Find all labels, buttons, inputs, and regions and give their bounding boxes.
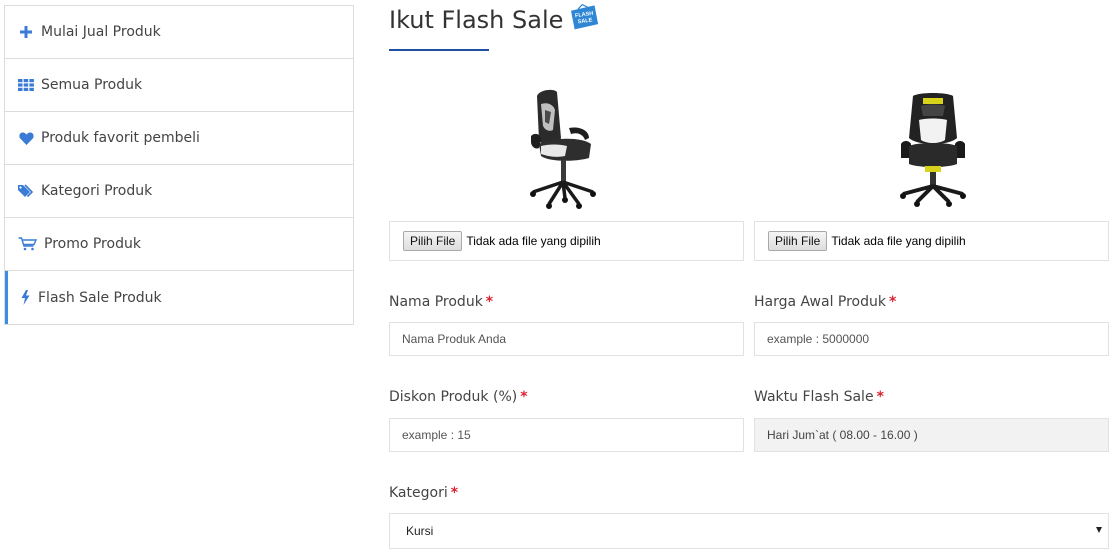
product-image-2	[900, 93, 966, 207]
file-status-text-1: Tidak ada file yang dipilih	[466, 234, 601, 248]
choose-file-button-1[interactable]: Pilih File	[403, 231, 463, 251]
title-underline	[389, 49, 489, 51]
waktu-label-text: Waktu Flash Sale	[754, 389, 874, 405]
sidebar-item-flash-sale[interactable]: Flash Sale Produk	[5, 271, 353, 324]
kategori-select[interactable]: Kursi	[389, 513, 1109, 549]
sidebar-item-label: Kategori Produk	[41, 183, 153, 199]
bolt-icon	[18, 290, 32, 306]
sidebar-item-semua-produk[interactable]: Semua Produk	[5, 59, 353, 112]
sidebar-item-label: Produk favorit pembeli	[41, 130, 200, 146]
sidebar-item-label: Semua Produk	[41, 77, 143, 93]
page-header: Ikut Flash Sale FLASH SALE	[389, 4, 599, 34]
file-upload-1: Pilih File Tidak ada file yang dipilih	[389, 221, 744, 261]
required-mark: *	[876, 389, 884, 405]
flash-sale-badge-icon: FLASH SALE	[571, 4, 599, 30]
cart-icon	[17, 236, 38, 252]
grid-icon	[17, 77, 35, 93]
kategori-selected-value: Kursi	[406, 524, 434, 538]
dropdown-caret-icon	[1096, 527, 1102, 533]
sidebar-item-produk-favorit[interactable]: Produk favorit pembeli	[5, 112, 353, 165]
harga-awal-label-text: Harga Awal Produk	[754, 294, 886, 310]
sidebar-item-kategori[interactable]: Kategori Produk	[5, 165, 353, 218]
required-mark: *	[450, 485, 459, 501]
heart-icon	[17, 130, 35, 146]
nama-produk-label-text: Nama Produk	[389, 294, 483, 310]
nama-produk-input[interactable]	[389, 322, 744, 356]
required-mark: *	[889, 294, 897, 310]
sidebar-item-label: Mulai Jual Produk	[41, 24, 161, 40]
sidebar-item-label: Promo Produk	[44, 236, 141, 252]
nama-produk-label: Nama Produk *	[389, 294, 493, 310]
file-upload-2: Pilih File Tidak ada file yang dipilih	[754, 221, 1109, 261]
diskon-label-text: Diskon Produk (%)	[389, 389, 518, 405]
choose-file-button-2[interactable]: Pilih File	[768, 231, 828, 251]
required-mark: *	[485, 294, 494, 310]
sidebar-item-mulai-jual[interactable]: Mulai Jual Produk	[5, 6, 353, 59]
plus-icon	[17, 24, 35, 40]
harga-awal-label: Harga Awal Produk *	[754, 294, 896, 310]
diskon-input[interactable]	[389, 418, 744, 452]
sidebar-menu: Mulai Jual Produk Semua Produk Produk fa…	[4, 5, 354, 325]
file-status-text-2: Tidak ada file yang dipilih	[831, 234, 966, 248]
kategori-label-text: Kategori	[389, 485, 448, 501]
required-mark: *	[520, 389, 528, 405]
waktu-flash-sale-field	[754, 418, 1109, 452]
tags-icon	[17, 183, 35, 199]
kategori-label: Kategori *	[389, 485, 458, 501]
sidebar-item-label: Flash Sale Produk	[38, 289, 162, 306]
product-image-1	[530, 89, 596, 209]
page-title: Ikut Flash Sale	[389, 6, 564, 34]
sidebar-item-promo[interactable]: Promo Produk	[5, 218, 353, 271]
harga-awal-input[interactable]	[754, 322, 1109, 356]
waktu-label: Waktu Flash Sale *	[754, 389, 884, 405]
diskon-label: Diskon Produk (%) *	[389, 389, 528, 405]
